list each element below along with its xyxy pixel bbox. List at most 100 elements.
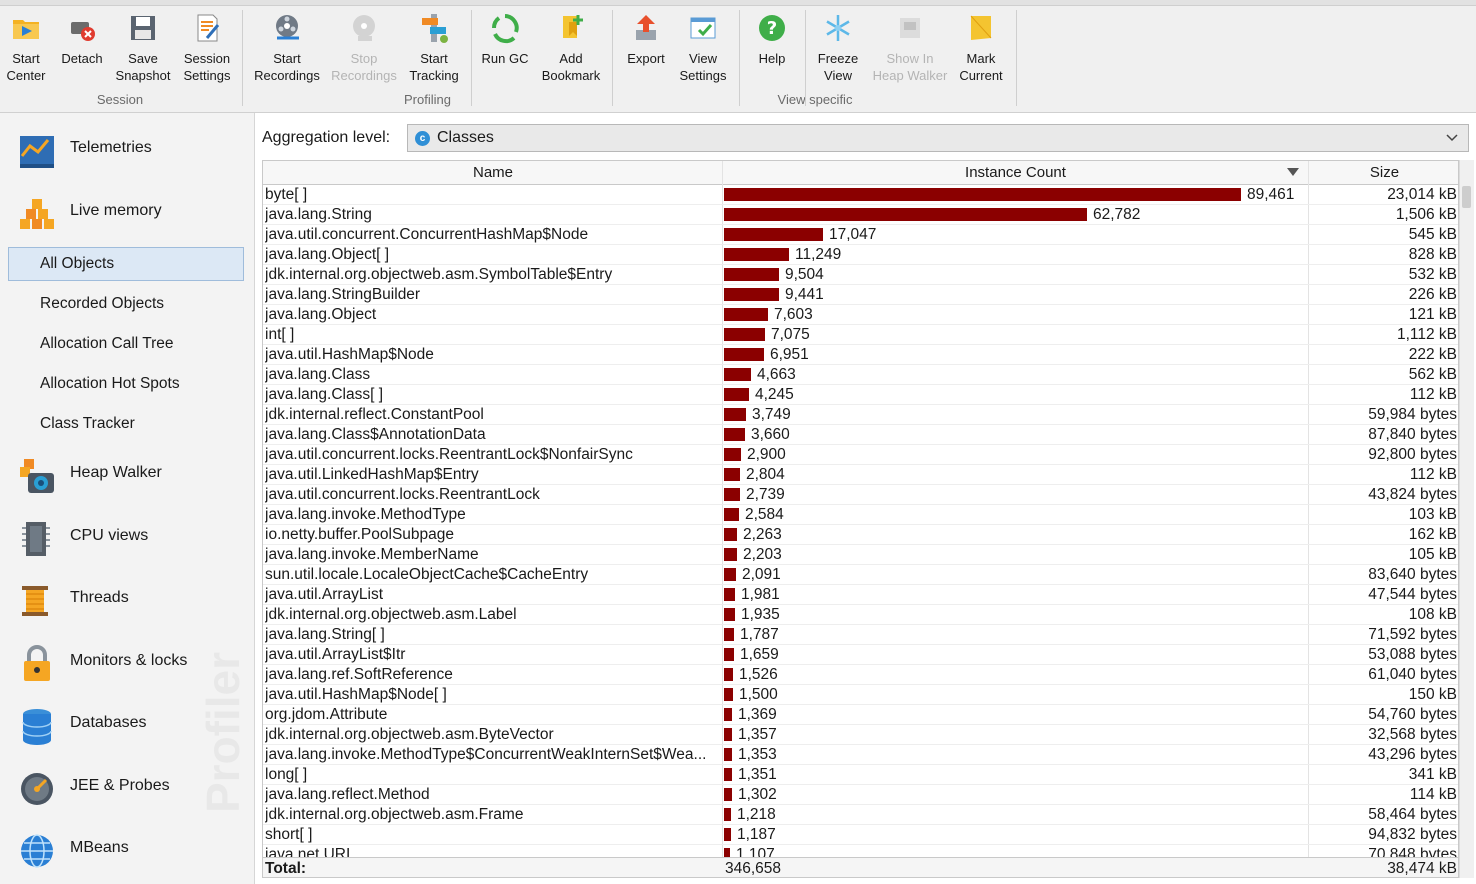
table-row[interactable]: byte[ ] 89,461 23,014 kB	[263, 185, 1458, 205]
table-row[interactable]: java.util.HashMap$Node 6,951 222 kB	[263, 345, 1458, 365]
instance-count-bar	[724, 548, 737, 561]
class-name-cell: sun.util.locale.LocaleObjectCache$CacheE…	[265, 566, 589, 583]
sidebar-item-jee-probes[interactable]: JEE & Probes	[0, 762, 254, 812]
sort-descending-icon[interactable]	[1287, 168, 1299, 177]
table-row[interactable]: int[ ] 7,075 1,112 kB	[263, 325, 1458, 345]
table-row[interactable]: java.lang.invoke.MemberName 2,203 105 kB	[263, 545, 1458, 565]
instance-count-cell: 1,500	[739, 686, 778, 703]
column-header-name[interactable]: Name	[263, 164, 723, 181]
table-row[interactable]: java.lang.ref.SoftReference 1,526 61,040 b…	[263, 665, 1458, 685]
instance-count-cell: 1,351	[738, 766, 777, 783]
table-header: Name Instance Count Size	[263, 161, 1458, 185]
instance-count-cell: 2,900	[747, 446, 786, 463]
table-row[interactable]: java.lang.invoke.MethodType$ConcurrentWe…	[263, 745, 1458, 765]
instance-count-bar	[724, 488, 740, 501]
toolbar-button-export[interactable]: Export	[618, 8, 674, 86]
table-row[interactable]: jdk.internal.org.objectweb.asm.Frame 1,21…	[263, 805, 1458, 825]
instance-count-bar	[724, 508, 739, 521]
sidebar-item-cpu-views[interactable]: CPU views	[0, 512, 254, 562]
sidebar-item-heap-walker[interactable]: Heap Walker	[0, 449, 254, 499]
toolbar-button-label: Mark Current	[959, 51, 1003, 83]
table-row[interactable]: java.util.concurrent.locks.ReentrantLock…	[263, 445, 1458, 465]
toolbar-button-run-gc[interactable]: Run GC	[476, 8, 534, 86]
scrollbar-thumb[interactable]	[1462, 186, 1471, 208]
sidebar-subitem-allocation-call-tree[interactable]: Allocation Call Tree	[8, 327, 244, 361]
table-row[interactable]: java.lang.reflect.Method 1,302 114 kB	[263, 785, 1458, 805]
toolbar-button-start-center[interactable]: Start Center	[0, 8, 52, 86]
class-name-cell: int[ ]	[265, 326, 295, 343]
table-row[interactable]: java.util.ArrayList$Itr 1,659 53,088 bytes	[263, 645, 1458, 665]
sidebar-subitem-class-tracker[interactable]: Class Tracker	[8, 407, 244, 441]
table-row[interactable]: java.lang.Object[ ] 11,249 828 kB	[263, 245, 1458, 265]
size-cell: 103 kB	[1408, 506, 1457, 523]
sidebar-subitem-recorded-objects[interactable]: Recorded Objects	[8, 287, 244, 321]
table-row[interactable]: java.lang.String[ ] 1,787 71,592 bytes	[263, 625, 1458, 645]
sidebar-item-telemetries[interactable]: Telemetries	[0, 124, 254, 174]
sidebar-subitem-allocation-hot-spots[interactable]: Allocation Hot Spots	[8, 367, 244, 401]
sidebar-item-live-memory[interactable]: Live memory	[0, 187, 254, 237]
instance-count-cell: 7,603	[774, 306, 813, 323]
toolbar-button-add-bookmark[interactable]: Add Bookmark	[536, 8, 606, 86]
toolbar-button-session-settings[interactable]: Session Settings	[177, 8, 237, 86]
toolbar-button-label: Detach	[61, 51, 103, 66]
total-instance-count: 346,658	[725, 860, 782, 877]
table-row[interactable]: java.lang.invoke.MethodType 2,584 103 kB	[263, 505, 1458, 525]
sidebar-item-threads[interactable]: Threads	[0, 574, 254, 624]
table-row[interactable]: org.jdom.Attribute 1,369 54,760 bytes	[263, 705, 1458, 725]
sidebar-subitem-all-objects[interactable]: All Objects	[8, 247, 244, 281]
size-cell: 61,040 bytes	[1368, 666, 1457, 683]
class-name-cell: java.util.ArrayList$Itr	[265, 646, 406, 663]
table-row[interactable]: short[ ] 1,187 94,832 bytes	[263, 825, 1458, 845]
threads-spool-icon	[22, 586, 48, 616]
table-row[interactable]: jdk.internal.org.objectweb.asm.SymbolTab…	[263, 265, 1458, 285]
table-row[interactable]: long[ ] 1,351 341 kB	[263, 765, 1458, 785]
table-row[interactable]: java.util.ArrayList 1,981 47,544 bytes	[263, 585, 1458, 605]
table-row[interactable]: java.lang.Class[ ] 4,245 112 kB	[263, 385, 1458, 405]
toolbar-button-label: Help	[758, 51, 786, 66]
table-row[interactable]: jdk.internal.reflect.ConstantPool 3,749 59…	[263, 405, 1458, 425]
column-header-instance-count[interactable]: Instance Count	[723, 164, 1308, 181]
aggregation-level-select[interactable]: c Classes	[407, 124, 1469, 152]
toolbar-button-view-settings[interactable]: View Settings	[672, 8, 734, 86]
table-row[interactable]: io.netty.buffer.PoolSubpage 2,263 162 kB	[263, 525, 1458, 545]
toolbar-button-freeze-view[interactable]: Freeze View	[808, 8, 868, 86]
toolbar-button-mark-current[interactable]: Mark Current	[952, 8, 1010, 86]
table-row[interactable]: java.lang.String 62,782 1,506 kB	[263, 205, 1458, 225]
recycle-icon	[492, 14, 519, 44]
toolbar-separator	[242, 10, 243, 106]
size-cell: 43,296 bytes	[1368, 746, 1457, 763]
sidebar: Profiler Telemetries Live memory Heap Walk…	[0, 113, 255, 884]
sidebar-item-mbeans[interactable]: MBeans	[0, 824, 254, 874]
table-row[interactable]: java.lang.StringBuilder 9,441 226 kB	[263, 285, 1458, 305]
table-row[interactable]: jdk.internal.org.objectweb.asm.ByteVecto…	[263, 725, 1458, 745]
toolbar-button-show-in-heap-walker[interactable]: Show In Heap Walker	[866, 8, 954, 86]
table-row[interactable]: jdk.internal.org.objectweb.asm.Label 1,93…	[263, 605, 1458, 625]
toolbar-button-start-recordings[interactable]: Start Recordings	[250, 8, 324, 86]
sidebar-item-databases[interactable]: Databases	[0, 699, 254, 749]
vertical-scrollbar[interactable]	[1459, 160, 1474, 878]
sidebar-item-monitors-locks[interactable]: Monitors & locks	[0, 637, 254, 687]
table-row[interactable]: java.util.concurrent.ConcurrentHashMap$N…	[263, 225, 1458, 245]
table-row[interactable]: java.lang.Class$AnnotationData 3,660 87,84…	[263, 425, 1458, 445]
table-row[interactable]: java.util.LinkedHashMap$Entry 2,804 112 kB	[263, 465, 1458, 485]
class-name-cell: java.lang.Object	[265, 306, 377, 323]
toolbar-button-help[interactable]: ? Help	[746, 8, 798, 86]
size-cell: 94,832 bytes	[1368, 826, 1457, 843]
toolbar-button-stop-recordings[interactable]: Stop Recordings	[326, 8, 402, 86]
toolbar-button-save-snapshot[interactable]: Save Snapshot	[112, 8, 174, 86]
size-cell: 59,984 bytes	[1368, 406, 1457, 423]
instance-count-cell: 7,075	[771, 326, 810, 343]
column-header-size[interactable]: Size	[1309, 164, 1458, 181]
toolbar-button-start-tracking[interactable]: Start Tracking	[404, 8, 464, 86]
telemetries-icon	[20, 136, 54, 168]
class-name-cell: java.lang.String	[265, 206, 372, 223]
group-label-view-specific: View specific	[777, 92, 853, 107]
table-row[interactable]: java.lang.Object 7,603 121 kB	[263, 305, 1458, 325]
toolbar-button-detach[interactable]: Detach	[56, 8, 108, 86]
table-row[interactable]: java.util.concurrent.locks.ReentrantLock…	[263, 485, 1458, 505]
table-row[interactable]: java.util.HashMap$Node[ ] 1,500 150 kB	[263, 685, 1458, 705]
instance-count-bar	[724, 228, 823, 241]
table-row[interactable]: sun.util.locale.LocaleObjectCache$CacheE…	[263, 565, 1458, 585]
instance-count-cell: 6,951	[770, 346, 809, 363]
table-row[interactable]: java.lang.Class 4,663 562 kB	[263, 365, 1458, 385]
